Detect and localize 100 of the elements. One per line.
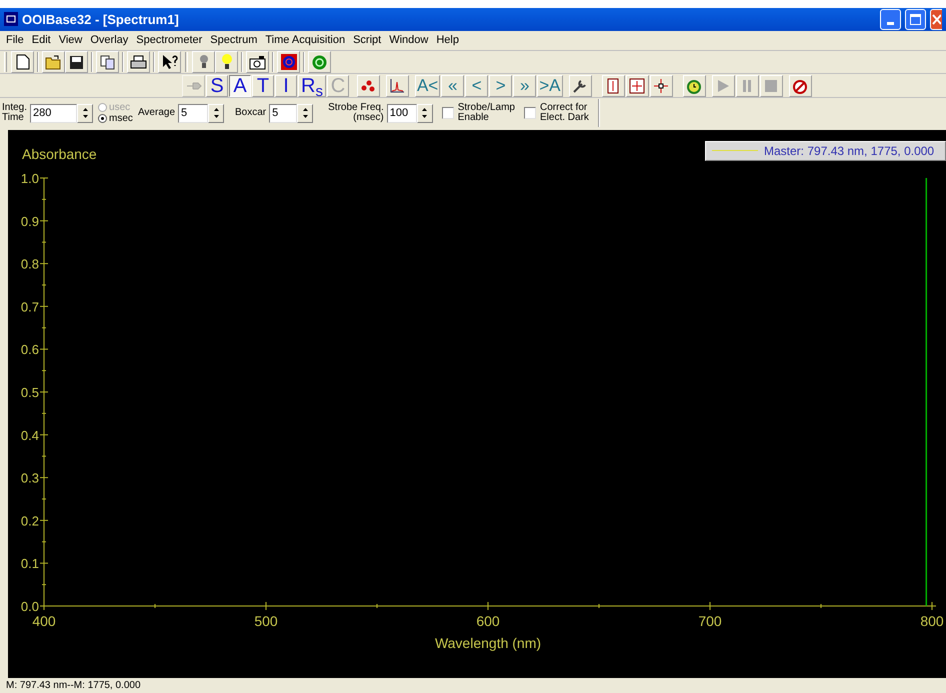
- y-tick-label: 0.7: [20, 299, 39, 314]
- mode-button[interactable]: A: [229, 74, 251, 97]
- printer-icon: [130, 54, 147, 70]
- average-field[interactable]: 5: [178, 104, 208, 123]
- y-tick-label: 0.8: [20, 256, 39, 272]
- help-pointer-button[interactable]: [158, 51, 181, 74]
- stop-icon: [765, 80, 778, 92]
- help-pointer-icon: [161, 54, 178, 70]
- nav-button[interactable]: «: [441, 74, 464, 97]
- go-circle-icon: [312, 54, 327, 70]
- y-tick-label: 0.5: [20, 385, 39, 400]
- y-tick-label: 0.2: [20, 513, 39, 528]
- strobe-freq-label: Strobe Freq. (msec): [328, 103, 384, 124]
- y-tick-label: 0.0: [20, 599, 39, 614]
- y-tick-label: 0.1: [20, 556, 39, 572]
- x-tick-label: 500: [254, 613, 278, 630]
- vertical-scale-icon: [607, 78, 620, 94]
- pause-icon: [741, 80, 754, 92]
- camera-button[interactable]: [246, 51, 269, 74]
- vertical-scale-button[interactable]: [602, 74, 625, 97]
- dots-icon: [360, 78, 376, 93]
- pin-icon: [186, 80, 202, 92]
- menu-item[interactable]: Overlay: [86, 32, 132, 48]
- legend-text: Master: 797.43 nm, 1775, 0.000: [764, 143, 934, 160]
- boxcar-field[interactable]: 5: [269, 104, 298, 123]
- app-icon: [4, 12, 18, 26]
- mode-button[interactable]: I: [275, 74, 297, 97]
- x-tick-label: 600: [476, 613, 500, 630]
- printer-button[interactable]: [127, 51, 150, 74]
- status-text: M: 797.43 nm--M: 1775, 0.000: [6, 679, 141, 693]
- light-bulb-button[interactable]: [215, 51, 238, 74]
- x-tick-label: 800: [920, 613, 944, 630]
- nav-button[interactable]: A<: [414, 74, 440, 97]
- go-circle-button[interactable]: [308, 51, 331, 74]
- light-bulb-button[interactable]: [192, 51, 215, 74]
- option-checkbox[interactable]: Strobe/Lamp Enable: [442, 103, 515, 124]
- menu-item[interactable]: Window: [385, 32, 432, 48]
- camera-icon: [249, 54, 266, 70]
- y-tick-label: 0.6: [20, 342, 39, 358]
- mode-button[interactable]: S: [206, 74, 228, 97]
- nav-button[interactable]: <: [465, 74, 488, 97]
- menu-item[interactable]: Script: [349, 32, 386, 48]
- crosshair-button[interactable]: [650, 74, 673, 97]
- y-tick-label: 1.0: [20, 171, 39, 186]
- integ-time-label: Integ. Time: [2, 103, 28, 124]
- peak-chart-icon: [389, 78, 406, 94]
- dots-button[interactable]: [356, 74, 380, 97]
- nav-button[interactable]: >: [489, 74, 512, 97]
- close-button[interactable]: [930, 8, 942, 30]
- spinner-arrows-icon: [82, 107, 89, 120]
- menu-item[interactable]: Time Acquisition: [261, 32, 350, 48]
- copy-button[interactable]: [96, 51, 119, 74]
- average-label: Average: [138, 108, 176, 118]
- play-icon: [717, 80, 730, 92]
- legend-line-icon: [712, 150, 758, 152]
- strobe-freq-field[interactable]: 100: [386, 104, 417, 123]
- wrench-icon: [572, 78, 588, 94]
- target-button[interactable]: [277, 51, 300, 74]
- x-tick-label: 400: [32, 613, 56, 630]
- spinner[interactable]: [208, 104, 224, 123]
- open-folder-icon: [44, 54, 62, 70]
- spinner[interactable]: [297, 104, 314, 123]
- copy-icon: [100, 54, 116, 70]
- option-checkbox[interactable]: Correct for Elect. Dark: [524, 103, 589, 124]
- wrench-button[interactable]: [568, 74, 592, 97]
- integ-time-field[interactable]: 280: [30, 104, 78, 123]
- menu-item[interactable]: Help: [432, 32, 463, 48]
- maximize-button[interactable]: [905, 8, 926, 30]
- spinner-arrows-icon: [302, 107, 309, 120]
- mode-button[interactable]: T: [252, 74, 274, 97]
- maximize-icon: [910, 14, 921, 25]
- light-bulb-icon: [198, 54, 210, 70]
- expand-button[interactable]: [626, 74, 649, 97]
- unit-radio[interactable]: msec: [98, 113, 133, 124]
- minimize-icon: [887, 22, 894, 25]
- menu-item[interactable]: View: [54, 32, 86, 48]
- new-document-button[interactable]: [11, 51, 34, 74]
- alarm-clock-button[interactable]: [682, 74, 706, 97]
- save-disk-button[interactable]: [65, 51, 88, 74]
- peak-chart-button[interactable]: [386, 74, 409, 97]
- open-folder-button[interactable]: [42, 51, 65, 74]
- menu-item[interactable]: Spectrum: [206, 32, 262, 48]
- spinner-arrows-icon: [212, 107, 220, 120]
- menu-item[interactable]: Edit: [28, 32, 55, 48]
- y-axis-title: Absorbance: [22, 146, 97, 162]
- menu-item[interactable]: File: [2, 32, 28, 48]
- expand-icon: [629, 78, 646, 94]
- spinner[interactable]: [416, 104, 433, 123]
- y-tick-label: 0.4: [20, 428, 39, 443]
- minimize-button[interactable]: [880, 8, 901, 30]
- mode-button[interactable]: R$_{s}$: [298, 74, 326, 97]
- spinner[interactable]: [77, 104, 94, 123]
- boxcar-label: Boxcar: [235, 108, 266, 118]
- window-title: OOIBase32 - [Spectrum1]: [22, 10, 180, 29]
- close-icon: [931, 14, 941, 25]
- nav-button[interactable]: >A: [537, 74, 563, 97]
- y-tick-label: 0.3: [20, 470, 39, 486]
- menu-item[interactable]: Spectrometer: [132, 32, 206, 48]
- nav-button[interactable]: »: [513, 74, 536, 97]
- y-tick-label: 0.9: [20, 214, 39, 229]
